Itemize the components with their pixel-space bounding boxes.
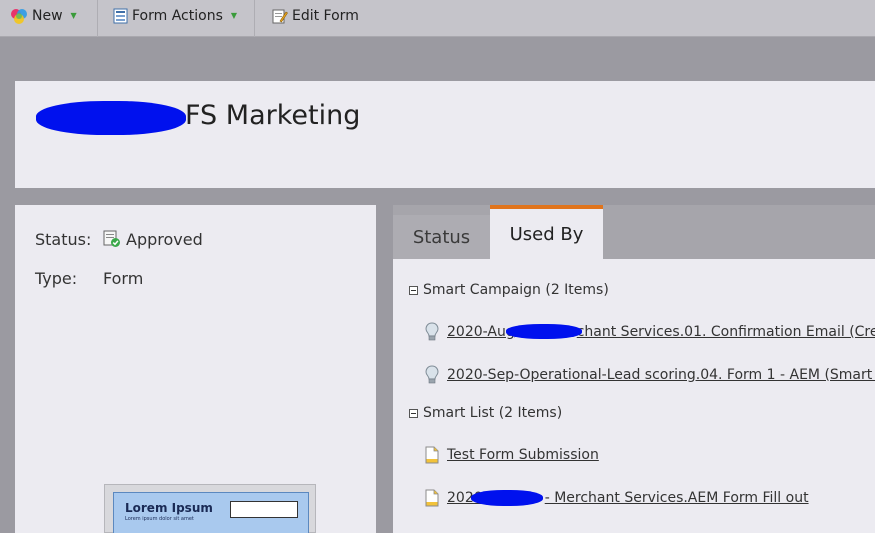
form-actions-label: Form Actions bbox=[132, 7, 223, 24]
redaction-mark bbox=[36, 101, 186, 135]
link-text: 2020-Aug bbox=[447, 324, 515, 340]
list-item[interactable]: Test Form Submission bbox=[424, 444, 599, 466]
new-dropdown-caret-icon[interactable]: ▼ bbox=[71, 11, 77, 20]
list-item[interactable]: 2020-Sep-Operational-Lead scoring.04. Fo… bbox=[424, 364, 875, 386]
tab-status[interactable]: Status bbox=[393, 215, 490, 259]
status-label: Status: bbox=[35, 229, 92, 249]
document-icon bbox=[424, 489, 440, 507]
form-preview-title: Lorem Ipsum bbox=[125, 501, 213, 515]
lightbulb-icon bbox=[424, 322, 440, 342]
lightbulb-icon bbox=[424, 365, 440, 385]
collapse-minus-icon[interactable] bbox=[409, 285, 418, 295]
group-smart-list[interactable]: Smart List (2 Items) bbox=[409, 404, 562, 422]
link-text-tail: chant Services.01. Confirmation Email (C… bbox=[576, 324, 875, 340]
approved-form-icon bbox=[103, 230, 121, 248]
toolbar: New ▼ Form Actions ▼ Edit Form bbox=[0, 0, 875, 37]
status-value: Approved bbox=[103, 230, 203, 249]
smart-list-link[interactable]: Test Form Submission bbox=[447, 447, 599, 463]
form-actions-dropdown-caret-icon[interactable]: ▼ bbox=[231, 11, 237, 20]
group-smart-campaign[interactable]: Smart Campaign (2 Items) bbox=[409, 281, 609, 299]
form-actions-button[interactable]: Form Actions ▼ bbox=[113, 0, 237, 31]
redaction-mark bbox=[506, 324, 582, 339]
form-preview-thumbnail[interactable]: Lorem Ipsum Lorem ipsum dolor sit amet bbox=[104, 484, 316, 533]
form-preview-field bbox=[230, 501, 298, 518]
new-button-label: New bbox=[32, 7, 63, 24]
document-icon bbox=[424, 446, 440, 464]
type-row: Type: Form bbox=[35, 267, 335, 289]
form-preview-subtitle: Lorem ipsum dolor sit amet bbox=[125, 516, 194, 522]
campaign-link[interactable]: 2020-Sep-Operational-Lead scoring.04. Fo… bbox=[447, 367, 875, 383]
toolbar-divider bbox=[97, 0, 98, 37]
toolbar-divider bbox=[254, 0, 255, 37]
multicolor-circles-icon bbox=[10, 8, 28, 24]
form-document-icon bbox=[113, 8, 128, 24]
page-title: FS Marketing bbox=[185, 100, 361, 131]
new-button[interactable]: New ▼ bbox=[10, 0, 77, 31]
edit-document-pencil-icon bbox=[272, 8, 288, 24]
group-label: Smart Campaign (2 Items) bbox=[423, 282, 609, 298]
link-text-tail: - Merchant Services.AEM Form Fill out bbox=[544, 490, 809, 506]
redaction-mark bbox=[471, 490, 543, 506]
status-row: Status: Approved bbox=[35, 228, 335, 250]
list-item[interactable]: 2020-Aug chant Services.01. Confirmation … bbox=[424, 321, 875, 343]
group-label: Smart List (2 Items) bbox=[423, 405, 563, 421]
collapse-minus-icon[interactable] bbox=[409, 408, 418, 418]
type-value: Form bbox=[103, 268, 144, 288]
status-value-text: Approved bbox=[126, 229, 203, 249]
edit-form-label: Edit Form bbox=[292, 7, 359, 24]
tab-used-by[interactable]: Used By bbox=[490, 205, 603, 260]
form-preview-frame: Lorem Ipsum Lorem ipsum dolor sit amet bbox=[113, 492, 309, 533]
asset-header-card bbox=[15, 81, 875, 188]
edit-form-button[interactable]: Edit Form bbox=[272, 0, 359, 31]
type-label: Type: bbox=[35, 268, 78, 288]
